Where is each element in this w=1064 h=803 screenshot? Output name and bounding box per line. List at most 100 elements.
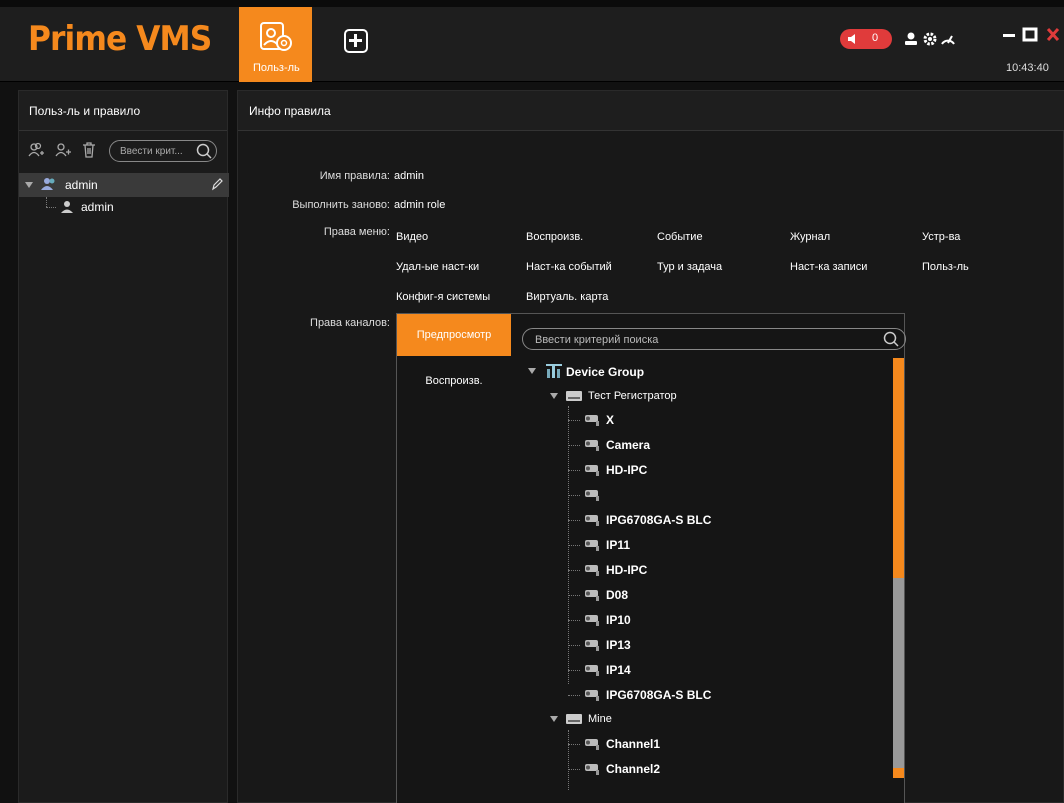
- camera-icon: [585, 565, 599, 576]
- camera-icon: [585, 465, 599, 476]
- channel-name: IP11: [606, 538, 631, 552]
- rule-info-panel: Инфо правила Имя правила: admin Выполнит…: [237, 90, 1064, 803]
- close-icon[interactable]: [1046, 27, 1060, 43]
- app-logo: Prime VMS: [28, 19, 212, 59]
- camera-icon: [585, 739, 599, 750]
- channel-name: Channel2: [606, 762, 661, 776]
- channel-name: IPG6708GA-S BLC: [606, 688, 712, 702]
- add-group-icon[interactable]: [27, 141, 45, 159]
- user-icon[interactable]: [903, 31, 919, 47]
- clock: 10:43:40: [1006, 62, 1049, 74]
- recorder-icon: [566, 391, 582, 401]
- perm-system-config[interactable]: Конфиг-я системы: [396, 291, 490, 303]
- channel-rights-box: Предпросмотр Воспроизв. Device Group: [396, 313, 906, 803]
- users-rules-panel: Польз-ль и правило adm: [18, 90, 229, 803]
- perm-virtual-map[interactable]: Виртуаль. карта: [526, 291, 608, 303]
- perm-playback[interactable]: Воспроизв.: [526, 231, 583, 243]
- scrollbar-thumb[interactable]: [893, 358, 904, 578]
- collapse-arrow-icon[interactable]: [550, 393, 558, 399]
- channel-name: IPG6708GA-S BLC: [606, 513, 712, 527]
- user-icon: [61, 201, 73, 213]
- channel-name: Camera: [606, 438, 651, 452]
- channel-rights-label: Права каналов:: [310, 317, 390, 329]
- camera-icon: [585, 440, 599, 451]
- add-user-icon[interactable]: [54, 141, 72, 159]
- channel-name: IP10: [606, 613, 631, 627]
- delete-icon[interactable]: [80, 141, 98, 159]
- alarm-indicator[interactable]: 0: [840, 29, 892, 49]
- menu-rights-label: Права меню:: [323, 226, 390, 238]
- perm-event-settings[interactable]: Наст-ка событий: [526, 261, 612, 273]
- search-icon[interactable]: [883, 331, 899, 347]
- maximize-icon[interactable]: [1022, 27, 1038, 43]
- search-icon[interactable]: [196, 143, 212, 159]
- tree-group-admin[interactable]: admin: [19, 173, 229, 197]
- recorder-name: Mine: [588, 713, 612, 725]
- scroll-down-icon[interactable]: [893, 768, 904, 778]
- minimize-icon[interactable]: [1002, 27, 1016, 43]
- user-settings-icon: [260, 22, 292, 51]
- channel-name: HD-IPC: [606, 463, 648, 477]
- tree-scrollbar[interactable]: [893, 358, 904, 778]
- channel-name: D08: [606, 588, 629, 602]
- user-name: admin: [81, 200, 114, 214]
- performance-gauge-icon[interactable]: [940, 31, 956, 47]
- edit-pencil-icon[interactable]: [211, 177, 223, 191]
- camera-icon: [585, 615, 599, 626]
- perm-log[interactable]: Журнал: [790, 231, 830, 243]
- device-tree: Device Group Тест Регистратор X Camera HD-…: [522, 358, 892, 798]
- channel-search-input[interactable]: [535, 333, 865, 347]
- collapse-arrow-icon[interactable]: [25, 182, 33, 188]
- perm-tour-task[interactable]: Тур и задача: [657, 261, 722, 273]
- perm-remote-settings[interactable]: Удал-ые наст-ки: [396, 261, 479, 273]
- camera-icon: [585, 415, 599, 426]
- channel-name: HD-IPC: [606, 563, 648, 577]
- group-name: admin: [65, 178, 98, 192]
- channel-name: Channel1: [606, 737, 661, 751]
- tab-user-label: Польз-ль: [253, 62, 300, 74]
- perm-video[interactable]: Видео: [396, 231, 428, 243]
- alarm-count: 0: [872, 32, 879, 44]
- camera-icon: [585, 690, 599, 701]
- camera-icon: [585, 764, 599, 775]
- device-group-icon: [546, 364, 562, 378]
- tab-user[interactable]: Польз-ль: [239, 7, 312, 82]
- collapse-arrow-icon[interactable]: [528, 368, 536, 374]
- channel-name: IP13: [606, 638, 631, 652]
- speaker-icon: [848, 34, 855, 44]
- redo-value: admin role: [394, 199, 446, 211]
- tree-user-admin[interactable]: admin: [19, 197, 229, 221]
- top-strip: [0, 0, 1064, 7]
- user-search-input[interactable]: [120, 144, 196, 158]
- user-search[interactable]: [109, 140, 217, 162]
- users-toolbar: [19, 131, 227, 167]
- channel-name: IP14: [606, 663, 631, 677]
- device-group-name: Device Group: [566, 365, 645, 379]
- rule-info-title: Инфо правила: [238, 91, 1064, 131]
- rule-name-label: Имя правила:: [319, 170, 390, 182]
- tab-playback[interactable]: Воспроизв.: [397, 360, 511, 402]
- camera-icon: [585, 540, 599, 551]
- channel-search[interactable]: [522, 328, 906, 350]
- user-group-icon: [41, 178, 55, 190]
- perm-devices[interactable]: Устр-ва: [922, 231, 960, 243]
- recorder-icon: [566, 714, 582, 724]
- app-header: Prime VMS Польз-ль 0 10:43:40: [0, 7, 1064, 82]
- camera-icon: [585, 590, 599, 601]
- tab-preview[interactable]: Предпросмотр: [397, 314, 511, 356]
- camera-icon: [585, 640, 599, 651]
- camera-icon: [585, 515, 599, 526]
- redo-label: Выполнить заново:: [292, 199, 390, 211]
- perm-event[interactable]: Событие: [657, 231, 703, 243]
- channel-name: X: [606, 413, 615, 427]
- add-tab-button[interactable]: [344, 29, 368, 53]
- rule-name-value: admin: [394, 170, 424, 182]
- collapse-arrow-icon[interactable]: [550, 716, 558, 722]
- users-rules-title: Польз-ль и правило: [19, 91, 227, 131]
- gear-icon[interactable]: [922, 31, 938, 47]
- camera-icon: [585, 490, 599, 501]
- recorder-name: Тест Регистратор: [588, 390, 677, 402]
- perm-record-settings[interactable]: Наст-ка записи: [790, 261, 867, 273]
- perm-user[interactable]: Польз-ль: [922, 261, 969, 273]
- scroll-up-icon[interactable]: [893, 358, 904, 368]
